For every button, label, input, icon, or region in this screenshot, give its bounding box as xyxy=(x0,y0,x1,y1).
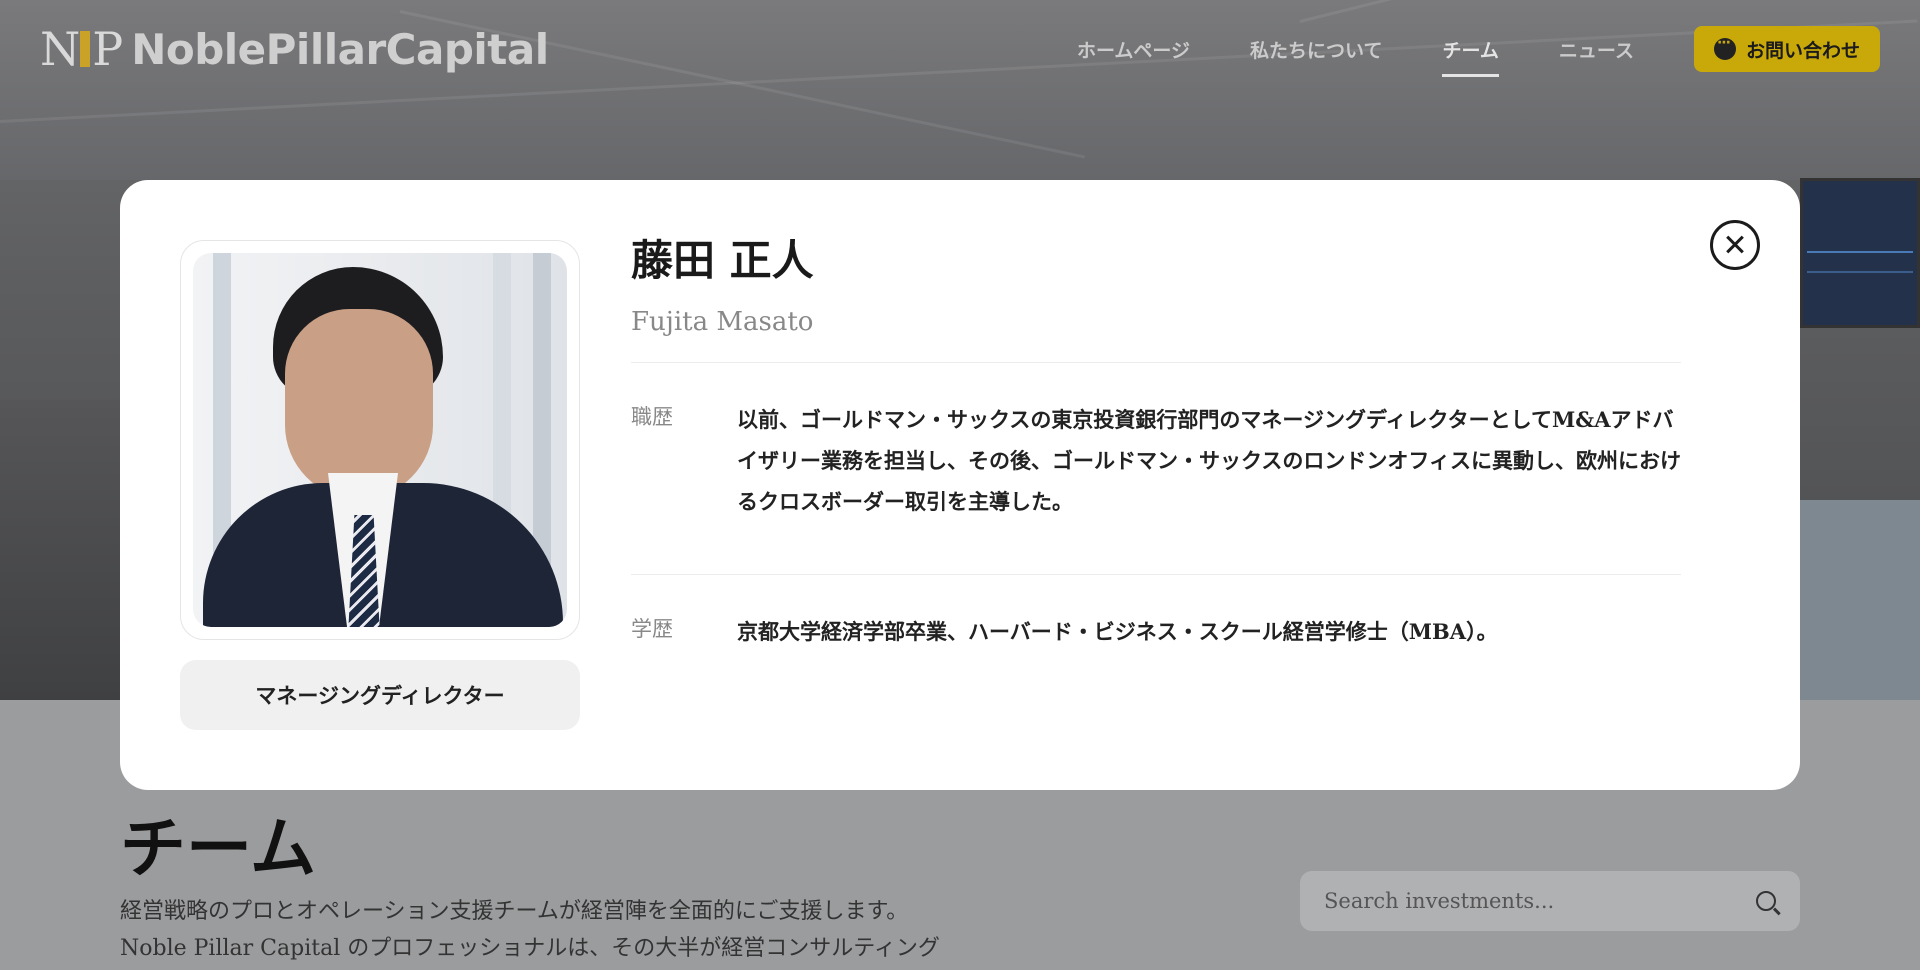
trading-monitor-background xyxy=(1800,178,1920,328)
nav-item-home[interactable]: ホームページ xyxy=(1077,36,1190,77)
office-desk-background xyxy=(0,400,120,700)
logo-text: NoblePillarCapital xyxy=(131,24,549,74)
team-member-modal: マネージングディレクター 藤田 正人 Fujita Masato 職歴 以前、ゴ… xyxy=(120,180,1800,790)
education-row: 学歴 京都大学経済学部卒業、ハーバード・ビジネス・スクール経営学修士（MBA）。 xyxy=(631,575,1681,680)
search-input[interactable] xyxy=(1324,889,1756,913)
site-header: NP NoblePillarCapital ホームページ 私たちについて チーム… xyxy=(0,0,1920,100)
site-logo[interactable]: NP NoblePillarCapital xyxy=(40,22,549,76)
profile-photo-frame xyxy=(180,240,580,640)
profile-photo xyxy=(193,253,567,627)
main-nav: ホームページ 私たちについて チーム ニュース お問い合わせ xyxy=(1017,26,1880,77)
page-description-line-1: 経営戦略のプロとオペレーション支援チームが経営陣を全面的にご支援します。 xyxy=(120,899,909,924)
career-text: 以前、ゴールドマン・サックスの東京投資銀行部門のマネージングディレクターとしてM… xyxy=(737,407,1681,514)
office-window-background xyxy=(1800,500,1920,700)
role-badge: マネージングディレクター xyxy=(180,660,580,730)
close-icon[interactable] xyxy=(1710,220,1760,270)
nav-item-news[interactable]: ニュース xyxy=(1559,36,1634,77)
education-label: 学歴 xyxy=(631,617,673,641)
page-title: チーム xyxy=(120,809,317,887)
contact-button-label: お問い合わせ xyxy=(1745,39,1860,62)
chat-icon xyxy=(1713,35,1736,60)
education-text: 京都大学経済学部卒業、ハーバード・ビジネス・スクール経営学修士（MBA）。 xyxy=(737,619,1498,644)
page-description: 経営戦略のプロとオペレーション支援チームが経営陣を全面的にご支援します。 Nob… xyxy=(120,893,1020,967)
search-icon[interactable] xyxy=(1756,891,1776,911)
career-label: 職歴 xyxy=(631,405,673,429)
nav-item-about[interactable]: 私たちについて xyxy=(1250,36,1382,77)
member-name: 藤田 正人 xyxy=(631,236,814,285)
page-description-line-2: Noble Pillar Capital のプロフェッショナルは、その大半が経営… xyxy=(120,936,940,961)
member-name-romanized: Fujita Masato xyxy=(631,307,814,337)
career-row: 職歴 以前、ゴールドマン・サックスの東京投資銀行部門のマネージングディレクターと… xyxy=(631,363,1681,550)
member-info: 藤田 正人 Fujita Masato 職歴 以前、ゴールドマン・サックスの東京… xyxy=(631,236,1681,680)
nav-item-team[interactable]: チーム xyxy=(1442,36,1500,77)
logo-mark: NP xyxy=(40,22,123,76)
search-box xyxy=(1300,871,1800,931)
contact-button[interactable]: お問い合わせ xyxy=(1693,26,1880,72)
